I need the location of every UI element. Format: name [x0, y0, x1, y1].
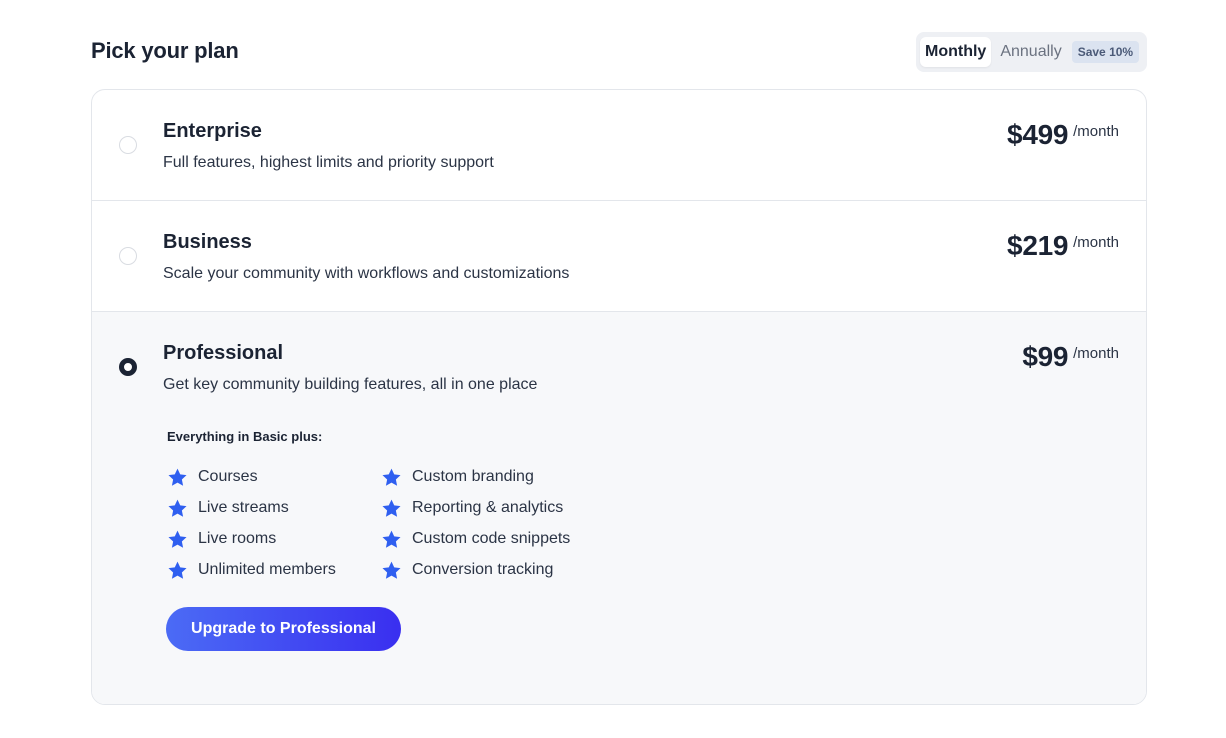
feature-label: Conversion tracking [412, 561, 554, 578]
star-icon [382, 499, 401, 517]
plan-price: $219 /month [1007, 230, 1119, 262]
billing-period-toggle: Monthly Annually Save 10% [916, 32, 1147, 72]
star-icon [168, 561, 187, 579]
plans-list: Enterprise Full features, highest limits… [91, 89, 1147, 705]
price-period: /month [1073, 345, 1119, 362]
price-period: /month [1073, 234, 1119, 251]
price-amount: $219 [1007, 230, 1069, 261]
radio-button[interactable] [119, 136, 137, 154]
feature-item: Custom branding [381, 466, 601, 488]
feature-item: Live rooms [167, 528, 381, 550]
feature-item: Courses [167, 466, 381, 488]
feature-label: Live rooms [198, 530, 277, 547]
save-badge: Save 10% [1071, 41, 1140, 63]
plan-description: Scale your community with workflows and … [163, 265, 570, 282]
plan-price: $499 /month [1007, 119, 1119, 151]
plan-description: Full features, highest limits and priori… [163, 154, 494, 171]
plan-name: Enterprise [163, 120, 262, 142]
plan-name: Professional [163, 342, 284, 364]
upgrade-button[interactable]: Upgrade to Professional [166, 607, 401, 651]
star-icon [168, 499, 187, 517]
plan-price: $99 /month [1022, 341, 1119, 373]
features-heading: Everything in Basic plus: [167, 429, 323, 444]
star-icon [168, 530, 187, 548]
plan-option-professional[interactable]: Professional Get key community building … [92, 312, 1146, 704]
feature-item: Conversion tracking [381, 559, 601, 581]
price-period: /month [1073, 123, 1119, 140]
feature-label: Custom code snippets [412, 530, 571, 547]
plan-option-enterprise[interactable]: Enterprise Full features, highest limits… [92, 90, 1146, 201]
plan-option-business[interactable]: Business Scale your community with workf… [92, 201, 1146, 312]
feature-label: Courses [198, 468, 258, 485]
feature-item: Custom code snippets [381, 528, 601, 550]
radio-button[interactable] [119, 247, 137, 265]
page-title: Pick your plan [91, 38, 239, 63]
feature-label: Custom branding [412, 468, 534, 485]
feature-label: Reporting & analytics [412, 499, 564, 516]
star-icon [382, 561, 401, 579]
plan-description: Get key community building features, all… [163, 376, 538, 393]
monthly-option[interactable]: Monthly [920, 37, 992, 67]
feature-item: Unlimited members [167, 559, 381, 581]
features-list: Courses Custom branding Live streams Rep… [167, 466, 601, 581]
star-icon [168, 468, 187, 486]
plan-name: Business [163, 231, 252, 253]
annually-option[interactable]: Annually [995, 37, 1066, 67]
price-amount: $99 [1022, 341, 1069, 372]
radio-button-selected[interactable] [119, 358, 137, 376]
star-icon [382, 530, 401, 548]
feature-item: Live streams [167, 497, 381, 519]
feature-label: Unlimited members [198, 561, 336, 578]
price-amount: $499 [1007, 119, 1069, 150]
feature-label: Live streams [198, 499, 289, 516]
star-icon [382, 468, 401, 486]
feature-item: Reporting & analytics [381, 497, 601, 519]
